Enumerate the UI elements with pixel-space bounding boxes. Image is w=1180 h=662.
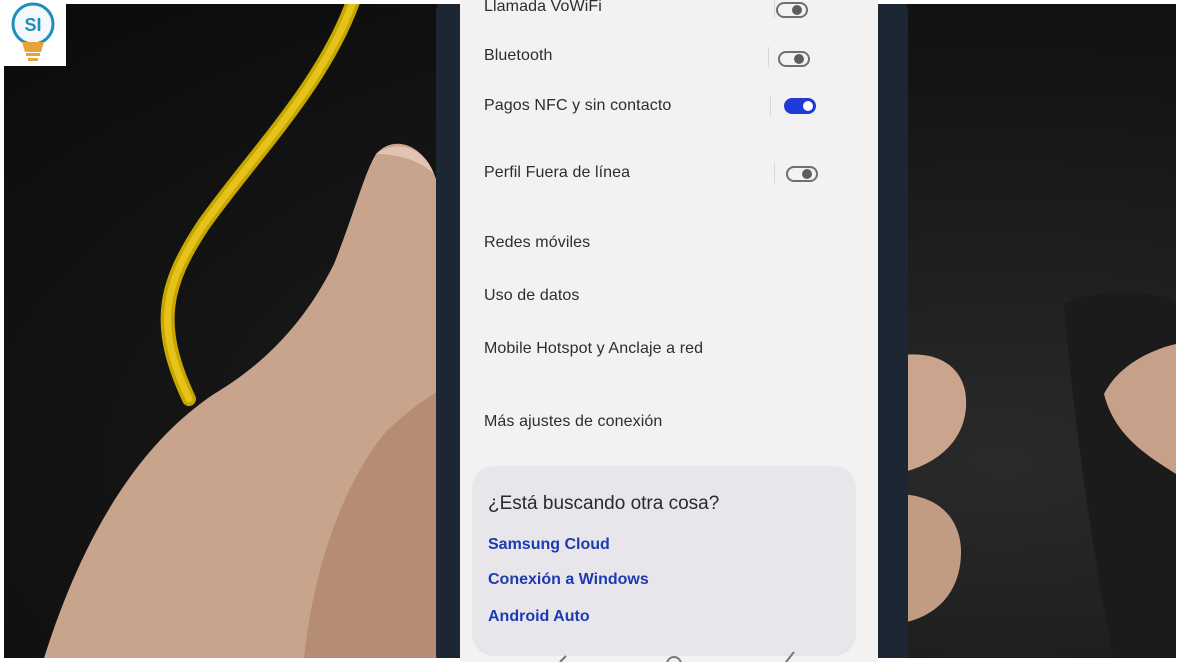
link-android-auto[interactable]: Android Auto [488, 608, 590, 626]
home-icon[interactable] [666, 656, 682, 662]
divider [768, 47, 769, 67]
logo-text: SI [24, 15, 41, 35]
back-icon[interactable] [559, 655, 567, 662]
setting-item-nfc[interactable]: Pagos NFC y sin contacto [484, 97, 671, 115]
setting-item-more-connection[interactable]: Más ajustes de conexión [484, 413, 662, 431]
nfc-toggle[interactable] [784, 98, 816, 114]
channel-logo: SI [0, 0, 66, 66]
suggestions-card: ¿Está buscando otra cosa? Samsung Cloud … [472, 466, 856, 656]
recents-icon[interactable] [785, 651, 795, 662]
setting-item-data-usage[interactable]: Uso de datos [484, 287, 579, 305]
vowifi-toggle[interactable] [776, 2, 808, 18]
divider [774, 163, 775, 183]
setting-item-vowifi[interactable]: Llamada VoWiFi [484, 0, 602, 16]
divider [774, 0, 775, 18]
navigation-bar [559, 651, 795, 662]
setting-item-mobile-networks[interactable]: Redes móviles [484, 234, 590, 252]
setting-item-bluetooth[interactable]: Bluetooth [484, 47, 553, 65]
bluetooth-toggle[interactable] [778, 51, 810, 67]
link-windows-connection[interactable]: Conexión a Windows [488, 571, 649, 589]
link-samsung-cloud[interactable]: Samsung Cloud [488, 536, 610, 554]
offline-profile-toggle[interactable] [786, 166, 818, 182]
setting-item-offline-profile[interactable]: Perfil Fuera de línea [484, 164, 630, 182]
divider [770, 96, 771, 116]
lightbulb-icon: SI [11, 2, 55, 61]
suggestions-title: ¿Está buscando otra cosa? [488, 493, 720, 514]
phone-screen: Llamada VoWiFi Bluetooth Pagos NFC y sin… [460, 0, 878, 662]
setting-item-hotspot[interactable]: Mobile Hotspot y Anclaje a red [484, 340, 703, 358]
